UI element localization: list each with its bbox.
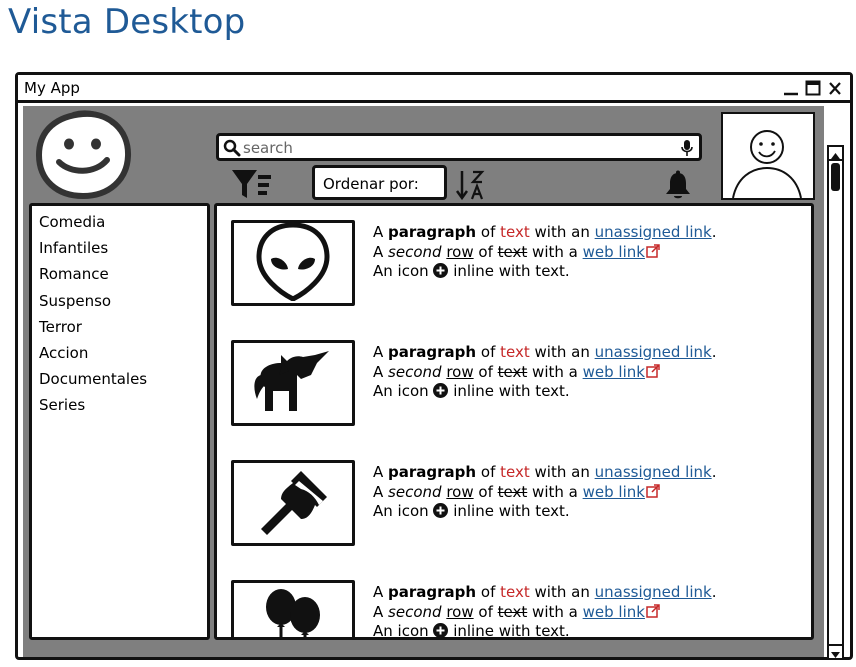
scroll-down-icon[interactable] [829,644,842,658]
thumbnail[interactable] [231,220,355,306]
sidebar-item-romance[interactable]: Romance [32,261,207,287]
sort-z-a-icon[interactable] [455,169,487,201]
description-line-2: A second row of text with a web link [373,603,716,623]
description-line-3: An icon inline with text. [373,502,570,520]
sidebar-item-terror[interactable]: Terror [32,314,207,340]
filter-icon[interactable] [231,168,273,200]
external-link-icon[interactable] [646,483,660,498]
axe-icon [251,463,335,543]
external-link-icon[interactable] [646,363,660,378]
thumbnail[interactable] [231,580,355,637]
search-icon[interactable] [223,139,241,157]
scroll-up-icon[interactable] [829,147,842,161]
search-bar [216,133,702,161]
item-description: A paragraph of text with an unassigned l… [373,343,716,402]
sidebar-item-comedia[interactable]: Comedia [32,209,207,235]
minimize-icon[interactable] [782,79,800,97]
sidebar-item-documentales[interactable]: Documentales [32,366,207,392]
bell-icon[interactable] [663,170,693,200]
close-icon[interactable] [826,79,844,97]
alien-icon [255,221,331,305]
description-line-1: A paragraph of text with an unassigned l… [373,223,717,241]
description-line-3: An icon inline with text. [373,622,570,640]
description-line-2: A second row of text with a web link [373,363,716,383]
item-description: A paragraph of text with an unassigned l… [373,463,716,522]
web-link[interactable]: web link [583,243,645,261]
vertical-scrollbar[interactable] [827,145,844,660]
list-item[interactable]: A paragraph of text with an unassigned l… [231,460,811,550]
description-line-1: A paragraph of text with an unassigned l… [373,583,717,601]
web-link[interactable]: web link [583,483,645,501]
plus-circle-icon [433,263,449,278]
category-sidebar: Comedia Infantiles Romance Suspenso Terr… [29,203,210,640]
item-description: A paragraph of text with an unassigned l… [373,223,716,282]
description-line-1: A paragraph of text with an unassigned l… [373,463,717,481]
description-line-2: A second row of text with a web link [373,483,716,503]
description-line-3: An icon inline with text. [373,262,570,280]
list-item[interactable]: A paragraph of text with an unassigned l… [231,220,811,310]
microphone-icon[interactable] [680,139,694,157]
page-title: Vista Desktop [8,2,246,42]
sidebar-item-series[interactable]: Series [32,392,207,418]
unassigned-link[interactable]: unassigned link [595,343,712,361]
item-description: A paragraph of text with an unassigned l… [373,583,717,640]
plus-circle-icon [433,503,449,518]
unassigned-link[interactable]: unassigned link [595,223,712,241]
thumbnail[interactable] [231,460,355,546]
scroll-thumb[interactable] [831,163,840,191]
external-link-icon[interactable] [646,603,660,618]
maximize-icon[interactable] [804,79,822,97]
app-workspace: Ordenar por: [23,106,844,660]
unassigned-link[interactable]: unassigned link [595,583,712,601]
web-link[interactable]: web link [583,363,645,381]
external-link-icon[interactable] [646,243,660,258]
app-logo[interactable] [33,108,133,200]
balloons-icon [255,583,331,637]
avatar[interactable] [721,112,815,200]
sidebar-item-suspenso[interactable]: Suspenso [32,288,207,314]
app-window: My App search Ordenar por: Comedia Infan… [15,72,853,660]
unicorn-icon [251,345,335,421]
content-list: A paragraph of text with an unassigned l… [214,203,814,640]
title-bar: My App [18,75,850,103]
web-link[interactable]: web link [583,603,645,621]
search-input[interactable] [243,137,663,158]
list-item[interactable]: A paragraph of text with an unassigned l… [231,580,811,640]
window-controls [782,79,844,97]
list-item[interactable]: A paragraph of text with an unassigned l… [231,340,811,430]
unassigned-link[interactable]: unassigned link [595,463,712,481]
plus-circle-icon [433,383,449,398]
description-line-3: An icon inline with text. [373,382,570,400]
sidebar-item-infantiles[interactable]: Infantiles [32,235,207,261]
description-line-1: A paragraph of text with an unassigned l… [373,343,717,361]
plus-circle-icon [433,623,449,637]
thumbnail[interactable] [231,340,355,426]
app-title: My App [24,79,80,97]
description-line-2: A second row of text with a web link [373,243,716,263]
sort-select[interactable]: Ordenar por: [312,165,447,200]
sidebar-item-accion[interactable]: Accion [32,340,207,366]
